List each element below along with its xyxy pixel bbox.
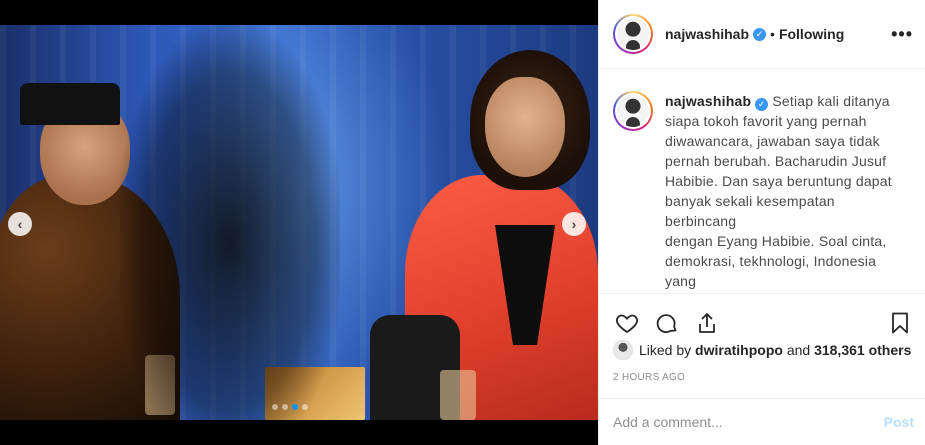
caption-avatar[interactable] (613, 91, 653, 131)
username-link[interactable]: najwashihab (665, 26, 749, 42)
carousel-dot (272, 404, 278, 410)
caption-line: dengan Eyang Habibie. Soal cinta, (665, 233, 887, 249)
post-timestamp[interactable]: 2 HOURS AGO (613, 372, 685, 383)
profile-picture (617, 18, 649, 50)
caption-text: najwashihab ✓ Setiap kali ditanya siapa to… (665, 91, 909, 293)
comment-bar: Post (599, 398, 925, 445)
carousel-dot (302, 404, 308, 410)
heart-icon (616, 314, 638, 333)
carousel-prev-button[interactable]: ‹ (8, 212, 32, 236)
carousel-dot (282, 404, 288, 410)
post-media: ‹ › (0, 0, 598, 445)
carousel-dot (292, 404, 298, 410)
liker-username-link[interactable]: dwiratihpopo (695, 342, 783, 358)
caption-line: diwawancara, jawaban saya tidak (665, 133, 880, 149)
carousel-next-button[interactable]: › (562, 212, 586, 236)
liker-avatar[interactable] (613, 340, 633, 360)
caption-line: siapa tokoh favorit yang pernah (665, 113, 867, 129)
like-button[interactable] (613, 309, 641, 337)
chevron-right-icon: › (571, 216, 577, 232)
chevron-left-icon: ‹ (17, 216, 23, 232)
caption-line: pernah berubah. Bacharudin Jusuf (665, 153, 887, 169)
separator: • (770, 26, 775, 42)
comment-icon (656, 313, 677, 333)
carousel-indicator (272, 404, 308, 410)
share-button[interactable] (693, 309, 721, 337)
following-button[interactable]: Following (779, 26, 844, 42)
caption-line: Setiap kali ditanya (772, 93, 890, 109)
save-button[interactable] (886, 309, 914, 337)
post-photo[interactable] (0, 25, 598, 420)
caption-section: najwashihab ✓ Setiap kali ditanya siapa to… (599, 69, 925, 293)
post-comment-button[interactable]: Post (884, 414, 914, 430)
ellipsis-icon[interactable]: ••• (891, 24, 913, 45)
caption-line: demokrasi, tekhnologi, Indonesia yang (665, 253, 877, 289)
bookmark-icon (892, 312, 908, 333)
verified-badge-icon: ✓ (753, 27, 767, 41)
likes-count-link[interactable]: 318,361 others (814, 342, 911, 358)
action-bar (599, 293, 925, 341)
post-header: najwashihab ✓ • Following ••• (599, 0, 925, 69)
avatar[interactable] (613, 14, 653, 54)
post-sidebar: najwashihab ✓ • Following ••• najwashiha… (598, 0, 925, 445)
comment-button[interactable] (653, 309, 681, 337)
caption-line: Habibie. Dan saya beruntung dapat (665, 173, 892, 189)
likes-summary: Liked by dwiratihpopo and 318,361 others (613, 340, 911, 360)
share-icon (699, 312, 715, 333)
caption-username-link[interactable]: najwashihab (665, 93, 751, 109)
comment-input[interactable] (613, 414, 884, 430)
caption-line: banyak sekali kesempatan berbincang (665, 193, 835, 229)
verified-badge-icon: ✓ (755, 97, 769, 111)
